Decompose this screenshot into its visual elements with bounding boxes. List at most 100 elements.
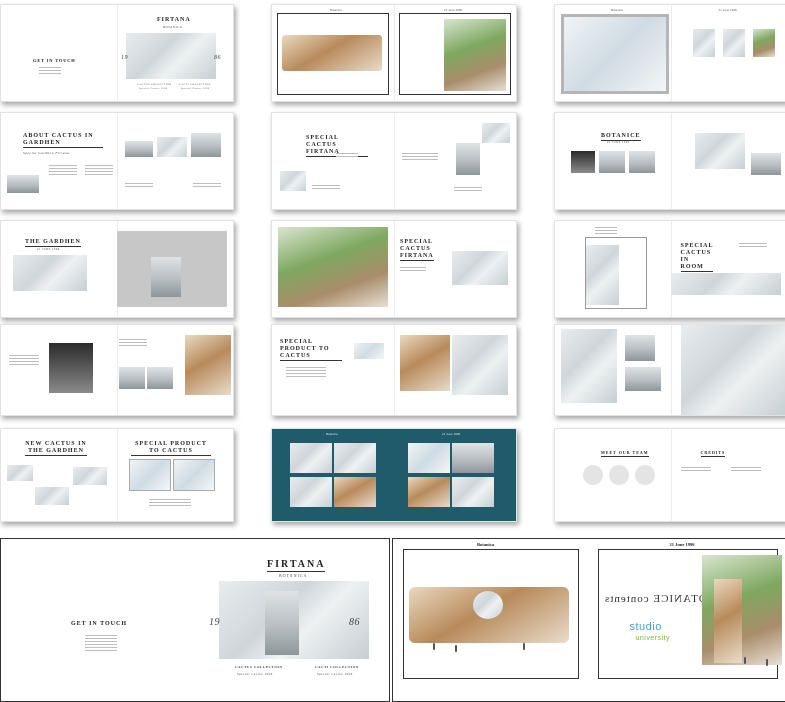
body-text [454,187,482,193]
spread-thumbnail-11[interactable]: SPECIAL PRODUCT TO CACTUS [271,324,517,416]
running-head: 21 June 1996 [444,8,462,12]
emblem [473,591,503,619]
body-text [312,185,340,191]
spread-thumbnail-7[interactable]: THE GARDHEN 21 JUNE 1996 [0,220,234,318]
left-page: Botanica [272,429,394,521]
panel-4 [452,477,494,507]
page-title: ABOUT CACTUS IN GARDHEN [23,133,103,148]
team-avatar [583,465,603,485]
spread-thumbnail-5[interactable]: SPECIAL CACTUS FIRTANA [271,112,517,210]
running-head: Botanica [326,432,338,436]
spread-thumbnail-14[interactable]: Botanica 21 June 1996 [271,428,517,522]
body-text [85,165,113,177]
spread-thumbnail-6[interactable]: BOTANICE 21 JUNE 1996 [554,112,785,210]
photo [751,153,781,175]
left-page: GET IN TOUCH [1,5,117,101]
dark-render [49,343,93,393]
spread-thumbnail-13[interactable]: NEW CACTUS IN THE GARDHEN SPECIAL PRODUC… [0,428,234,522]
body-text [125,183,153,189]
page-title: SPECIAL CACTUS IN ROOM [681,243,713,272]
figure [455,645,457,652]
spread-thumbnail-10[interactable] [0,324,234,416]
panel-1 [408,443,450,473]
plan-2 [173,459,215,491]
render-3 [191,133,221,157]
tower-block [265,591,299,655]
left-page: ABOUT CACTUS IN GARDHEN Special Gardhen … [1,113,117,209]
photo-1 [571,151,595,173]
left-page: THE GARDHEN 21 JUNE 1996 [1,221,117,317]
caption-left: CACTUS COLLECTION [137,83,172,86]
left-page: MEET OUR TEAM [555,429,671,521]
grid-sketches [695,133,745,169]
panel-1 [290,443,332,473]
spread-thumbnail-15[interactable]: MEET OUR TEAM CREDITS [554,428,785,522]
large-spread-contents[interactable]: Botanica 21 June 1996 BOTANICE contents … [392,538,785,702]
left-page: SPECIAL CACTUS FIRTANA [272,113,394,209]
large-spread-cover[interactable]: GET IN TOUCH FIRTANA BOTANICA 19 86 CACT… [0,538,390,702]
cover-image [126,33,216,79]
spread-thumbnail-9[interactable]: SPECIAL CACTUS IN ROOM [554,220,785,318]
figure [523,643,525,650]
sketch-1 [482,123,510,143]
spread-thumbnail-3[interactable]: Botanica 21 June 1996 [554,4,785,102]
left-page: Botanica [555,5,671,101]
right-page: FIRTANA BOTANICA 19 86 CACTUS COLLECTION… [117,5,233,101]
page-number-left: 19 [121,55,128,61]
tower-render [681,325,785,415]
page-title: SPECIAL PRODUCT TO CACTUS [131,441,211,456]
team-avatar [635,465,655,485]
spread-thumbnail-1[interactable]: GET IN TOUCH FIRTANA BOTANICA 19 86 CACT… [0,4,234,102]
photo-2 [147,367,173,389]
brand-title: FIRTANA [157,17,191,24]
university-label: university [636,635,671,642]
brand-subtitle: BOTANICA [163,25,182,29]
left-page [555,325,671,415]
figure [433,643,435,650]
image-frame [585,237,647,309]
photo-1 [119,367,145,389]
right-page: SPECIAL PRODUCT TO CACTUS [117,429,233,521]
interior-photo [185,335,231,395]
caption-right-sub: Special Cactus 1996 [317,672,353,676]
running-head: 21 June 1996 [719,8,737,12]
left-page: GET IN TOUCH [1,539,195,701]
sketch-2 [35,487,69,505]
caption-left-sub: Special Cactus 1996 [237,672,273,676]
spread-thumbnail-12[interactable] [554,324,785,416]
right-page: SPECIAL CACTUS FIRTANA [394,221,516,317]
left-page: NEW CACTUS IN THE GARDHEN [1,429,117,521]
left-page [1,325,117,415]
body-text [193,183,221,189]
photo-2 [599,151,625,173]
spread-thumbnail-8[interactable]: SPECIAL CACTUS FIRTANA [271,220,517,318]
body-text [149,499,191,508]
spread-thumbnail-4[interactable]: ABOUT CACTUS IN GARDHEN Special Gardhen … [0,112,234,210]
spread-thumbnail-2[interactable]: Botanica 21 June 1996 [271,4,517,102]
caption-right: CACTI COLLECTION [179,83,211,86]
panel-4 [334,477,376,507]
script-subtitle: Special Gardhen Firtana [23,151,70,155]
panel-2 [334,443,376,473]
left-page [555,221,671,317]
running-head: 21 June 1996 [442,432,460,436]
right-page [671,325,785,415]
photo-3 [629,151,655,173]
diagram-2 [723,29,745,57]
photo [7,175,39,193]
cover-render [13,255,87,291]
sketch-1 [7,465,33,481]
caption-left-sub: Special Cactus 1996 [139,88,167,90]
panel-3 [408,477,450,507]
page-title: SPECIAL PRODUCT TO CACTUS [280,339,342,361]
panel-2 [452,443,494,473]
render-2 [157,137,187,157]
building-collage [444,19,506,91]
right-page: CREDITS [671,429,785,521]
right-page [671,113,785,209]
sketch-3 [73,467,107,485]
right-page [394,113,516,209]
collage-image [282,35,382,71]
figure [766,659,768,666]
page-title: BOTANICE [601,133,641,141]
